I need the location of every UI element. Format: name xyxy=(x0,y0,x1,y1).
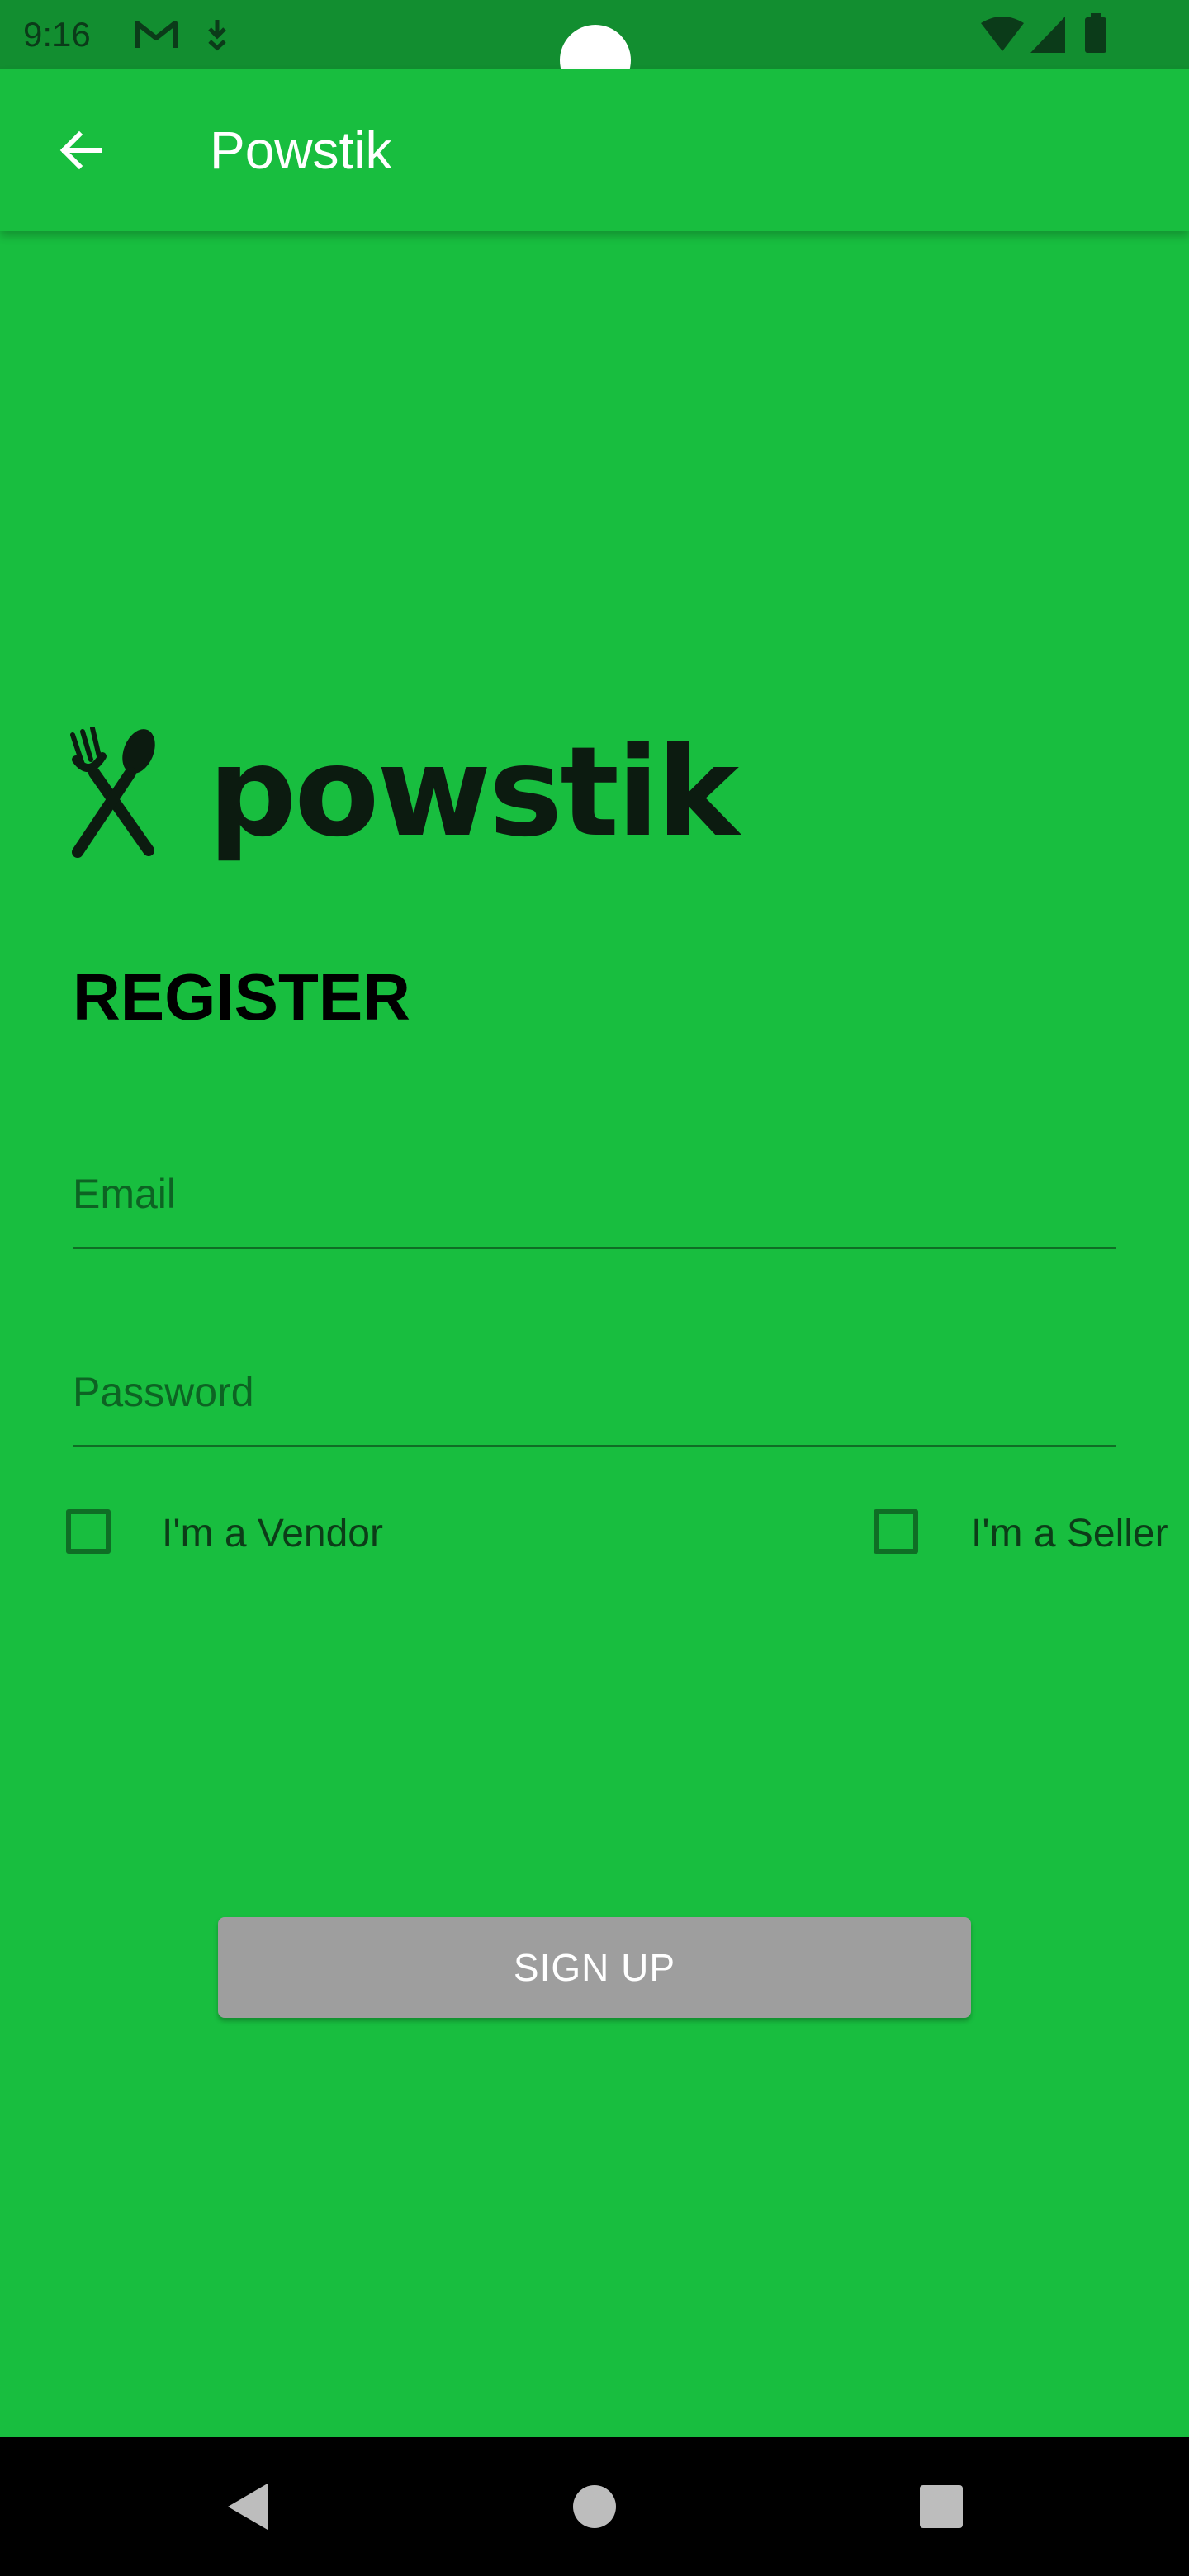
register-heading: REGISTER xyxy=(73,960,410,1034)
back-button[interactable] xyxy=(48,117,114,183)
powstik-logo: powstik xyxy=(66,718,739,867)
seller-checkbox-row[interactable]: I'm a Seller xyxy=(874,1503,1181,1569)
vendor-checkbox[interactable] xyxy=(66,1509,111,1554)
home-circle-icon xyxy=(573,2485,616,2528)
app-bar: Powstik xyxy=(0,69,1189,231)
vendor-checkbox-label: I'm a Vendor xyxy=(162,1512,383,1556)
nav-home-button[interactable] xyxy=(561,2474,628,2540)
seller-checkbox[interactable] xyxy=(874,1509,918,1554)
back-triangle-icon xyxy=(228,2484,268,2530)
password-input[interactable] xyxy=(73,1362,1116,1422)
navigation-bar xyxy=(0,2437,1189,2576)
arrow-left-icon xyxy=(59,130,102,170)
nav-back-button[interactable] xyxy=(215,2474,281,2540)
download-icon xyxy=(208,20,226,51)
wifi-icon xyxy=(981,17,1024,51)
seller-checkbox-label: I'm a Seller xyxy=(971,1512,1168,1556)
vendor-checkbox-row[interactable]: I'm a Vendor xyxy=(66,1503,446,1569)
fork-spoon-icon xyxy=(70,727,155,858)
email-field[interactable] xyxy=(73,1148,1116,1249)
nav-recents-button[interactable] xyxy=(908,2474,974,2540)
app-title: Powstik xyxy=(210,121,392,180)
status-time: 9:16 xyxy=(23,15,91,54)
sign-up-button[interactable]: SIGN UP xyxy=(218,1917,971,2018)
recents-square-icon xyxy=(920,2485,963,2528)
logo-text: powstik xyxy=(208,721,739,864)
battery-icon xyxy=(1085,13,1106,53)
password-field[interactable] xyxy=(73,1346,1116,1447)
email-input[interactable] xyxy=(73,1164,1116,1224)
gmail-icon xyxy=(135,21,178,48)
signal-icon xyxy=(1030,17,1065,53)
